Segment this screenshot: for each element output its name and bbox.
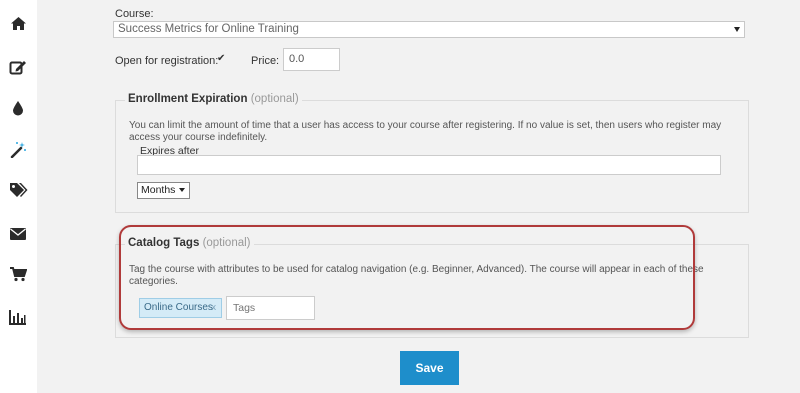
tags-icon[interactable] xyxy=(6,178,30,202)
chevron-down-icon xyxy=(734,27,740,32)
magic-wand-icon[interactable] xyxy=(6,137,30,161)
enrollment-optional-text: (optional) xyxy=(250,93,299,105)
bar-chart-icon[interactable] xyxy=(6,305,30,329)
open-registration-label: Open for registration: xyxy=(115,55,219,67)
expiration-unit-select[interactable]: Months xyxy=(137,182,190,199)
expires-after-input[interactable] xyxy=(137,155,721,175)
chevron-down-icon xyxy=(179,188,185,192)
enrollment-expiration-title: Enrollment Expiration (optional) xyxy=(125,93,302,105)
expiration-unit-value: Months xyxy=(141,184,176,196)
sidebar xyxy=(0,0,37,393)
price-label: Price: xyxy=(251,55,280,67)
course-select-value: Success Metrics for Online Training xyxy=(118,23,299,35)
highlight-annotation xyxy=(119,225,695,330)
edit-icon[interactable] xyxy=(6,55,30,79)
course-form: Course: Success Metrics for Online Train… xyxy=(113,0,800,393)
price-input[interactable]: 0.0 xyxy=(283,48,340,71)
envelope-icon[interactable] xyxy=(6,222,30,246)
enrollment-description: You can limit the amount of time that a … xyxy=(129,120,722,143)
main-content: Course: Success Metrics for Online Train… xyxy=(37,0,800,393)
open-registration-checkbox[interactable]: ✔ xyxy=(217,54,227,64)
enrollment-title-text: Enrollment Expiration xyxy=(128,93,248,105)
home-icon[interactable] xyxy=(6,11,30,35)
course-select[interactable]: Success Metrics for Online Training xyxy=(113,21,745,38)
course-label: Course: xyxy=(115,8,154,20)
drop-icon[interactable] xyxy=(6,96,30,120)
save-button[interactable]: Save xyxy=(400,351,459,385)
cart-icon[interactable] xyxy=(6,262,30,286)
